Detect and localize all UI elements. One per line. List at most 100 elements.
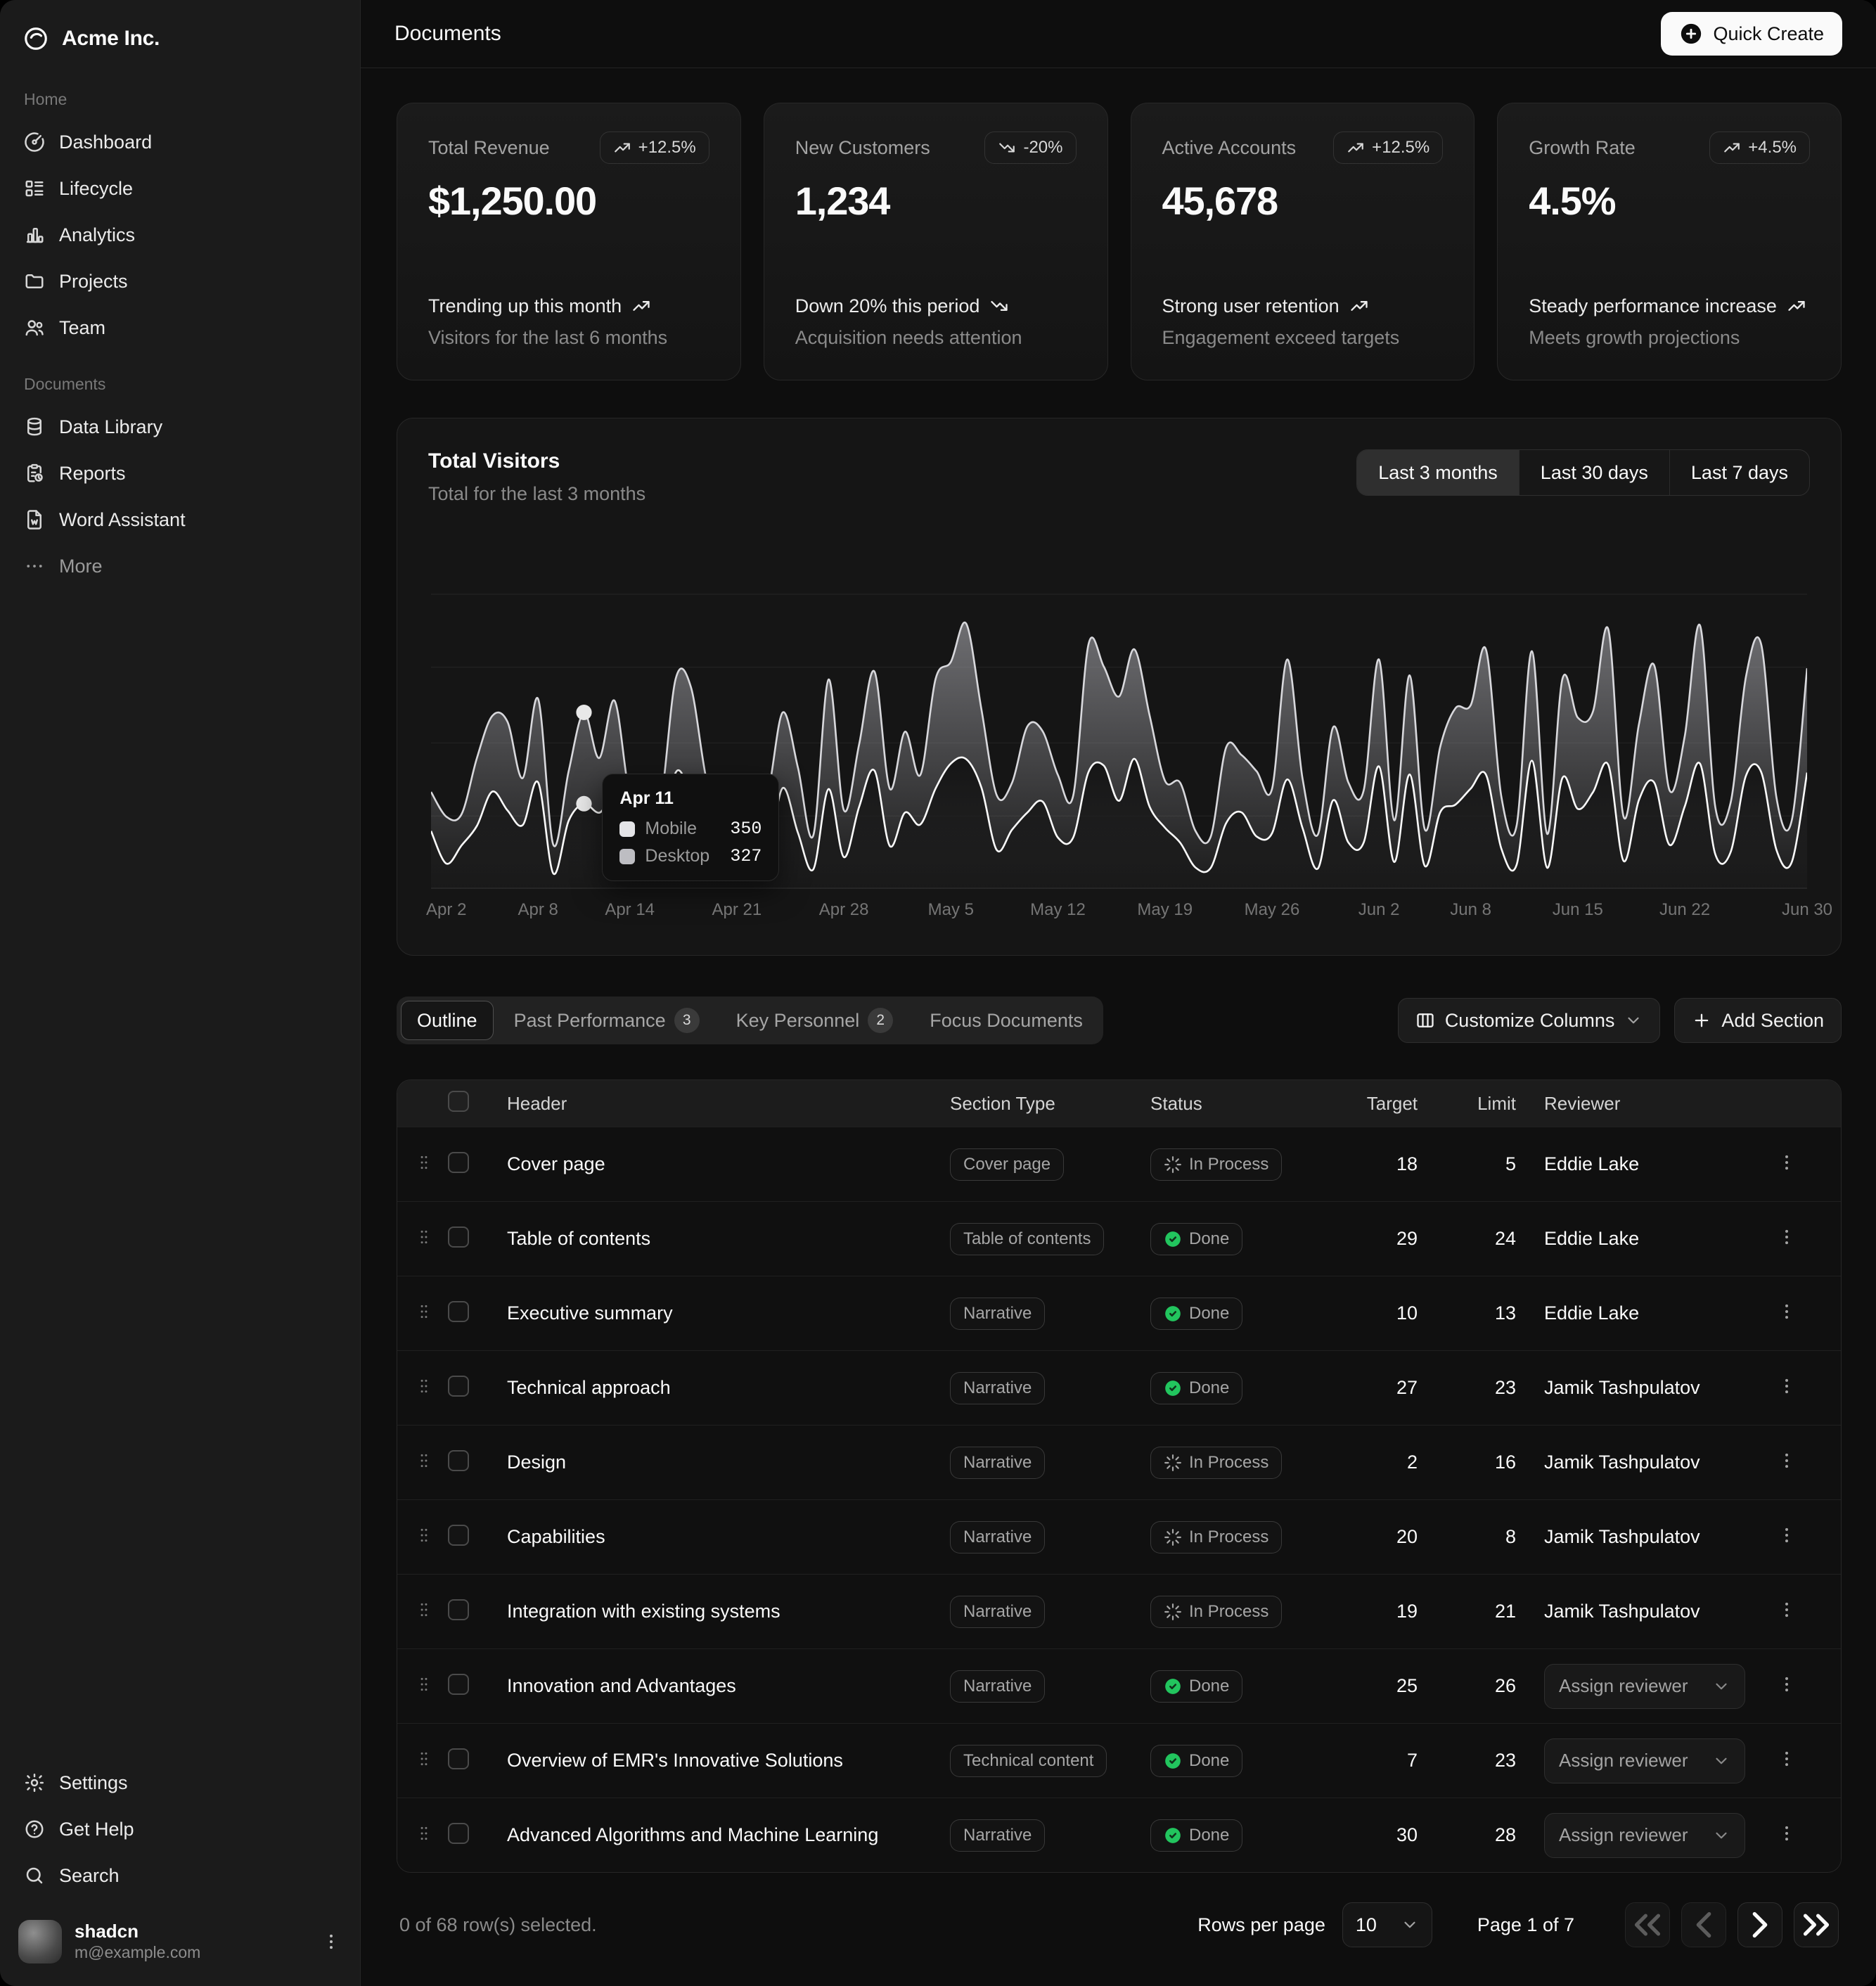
- first-page-button[interactable]: [1625, 1902, 1670, 1947]
- row-checkbox[interactable]: [448, 1450, 469, 1471]
- sidebar-item-search[interactable]: Search: [11, 1852, 349, 1899]
- row-checkbox[interactable]: [448, 1376, 469, 1397]
- row-header[interactable]: Table of contents: [507, 1228, 950, 1250]
- target-value[interactable]: 30: [1333, 1824, 1418, 1846]
- row-header[interactable]: Cover page: [507, 1153, 950, 1175]
- next-page-button[interactable]: [1737, 1902, 1782, 1947]
- target-value[interactable]: 29: [1333, 1228, 1418, 1250]
- limit-value[interactable]: 8: [1418, 1526, 1516, 1548]
- limit-value[interactable]: 24: [1418, 1228, 1516, 1250]
- add-section-button[interactable]: Add Section: [1674, 998, 1842, 1043]
- drag-handle-icon[interactable]: [414, 1525, 434, 1545]
- target-value[interactable]: 20: [1333, 1526, 1418, 1548]
- sidebar-item-data-library[interactable]: Data Library: [11, 404, 349, 450]
- row-checkbox[interactable]: [448, 1674, 469, 1695]
- row-menu-icon[interactable]: [1776, 1450, 1797, 1471]
- tab-past-performance[interactable]: Past Performance3: [498, 1001, 716, 1040]
- row-menu-icon[interactable]: [1776, 1376, 1797, 1397]
- row-checkbox[interactable]: [448, 1152, 469, 1173]
- limit-value[interactable]: 28: [1418, 1824, 1516, 1846]
- tab-key-personnel[interactable]: Key Personnel2: [720, 1001, 910, 1040]
- prev-page-button[interactable]: [1681, 1902, 1726, 1947]
- limit-value[interactable]: 26: [1418, 1675, 1516, 1697]
- assign-reviewer-select[interactable]: Assign reviewer: [1544, 1813, 1745, 1858]
- tab-focus-documents[interactable]: Focus Documents: [913, 1001, 1099, 1040]
- assign-reviewer-select[interactable]: Assign reviewer: [1544, 1664, 1745, 1709]
- target-value[interactable]: 25: [1333, 1675, 1418, 1697]
- row-menu-icon[interactable]: [1776, 1525, 1797, 1546]
- sidebar-item-reports[interactable]: Reports: [11, 450, 349, 496]
- row-header[interactable]: Innovation and Advantages: [507, 1675, 950, 1697]
- table-row: Cover page Cover page In Process 18 5 Ed…: [397, 1127, 1841, 1201]
- row-header[interactable]: Executive summary: [507, 1302, 950, 1324]
- sidebar-item-dashboard[interactable]: Dashboard: [11, 119, 349, 165]
- org-switcher[interactable]: Acme Inc.: [11, 11, 349, 66]
- drag-handle-icon[interactable]: [414, 1153, 434, 1172]
- target-value[interactable]: 18: [1333, 1153, 1418, 1175]
- row-checkbox[interactable]: [448, 1226, 469, 1248]
- drag-handle-icon[interactable]: [414, 1227, 434, 1247]
- target-value[interactable]: 19: [1333, 1601, 1418, 1622]
- quick-create-button[interactable]: Quick Create: [1661, 12, 1842, 56]
- customize-columns-button[interactable]: Customize Columns: [1398, 998, 1661, 1043]
- row-header[interactable]: Advanced Algorithms and Machine Learning: [507, 1824, 950, 1846]
- drag-handle-icon[interactable]: [414, 1451, 434, 1471]
- limit-value[interactable]: 23: [1418, 1750, 1516, 1772]
- sidebar-item-get-help[interactable]: Get Help: [11, 1806, 349, 1852]
- row-header[interactable]: Technical approach: [507, 1377, 950, 1399]
- drag-handle-icon[interactable]: [414, 1749, 434, 1769]
- target-value[interactable]: 10: [1333, 1302, 1418, 1324]
- limit-value[interactable]: 16: [1418, 1452, 1516, 1473]
- row-header[interactable]: Design: [507, 1452, 950, 1473]
- sidebar-item-analytics[interactable]: Analytics: [11, 212, 349, 258]
- row-menu-icon[interactable]: [1776, 1748, 1797, 1769]
- sidebar-item-team[interactable]: Team: [11, 305, 349, 351]
- row-header[interactable]: Overview of EMR's Innovative Solutions: [507, 1750, 950, 1772]
- sidebar-item-lifecycle[interactable]: Lifecycle: [11, 165, 349, 212]
- row-menu-icon[interactable]: [1776, 1226, 1797, 1248]
- last-page-button[interactable]: [1794, 1902, 1839, 1947]
- range-tab-last-30-days[interactable]: Last 30 days: [1519, 450, 1669, 495]
- range-tab-last-7-days[interactable]: Last 7 days: [1669, 450, 1809, 495]
- limit-value[interactable]: 5: [1418, 1153, 1516, 1175]
- user-menu[interactable]: shadcn m@example.com: [11, 1911, 349, 1972]
- target-value[interactable]: 7: [1333, 1750, 1418, 1772]
- sidebar-item-projects[interactable]: Projects: [11, 258, 349, 305]
- assign-reviewer-select[interactable]: Assign reviewer: [1544, 1738, 1745, 1783]
- drag-handle-icon[interactable]: [414, 1600, 434, 1620]
- drag-handle-icon[interactable]: [414, 1824, 434, 1843]
- row-checkbox[interactable]: [448, 1748, 469, 1769]
- sidebar-item-word-assistant[interactable]: Word Assistant: [11, 496, 349, 543]
- reviewer-name: Eddie Lake: [1544, 1228, 1639, 1249]
- drag-handle-icon[interactable]: [414, 1674, 434, 1694]
- tab-outline[interactable]: Outline: [401, 1001, 494, 1040]
- row-menu-icon[interactable]: [1776, 1823, 1797, 1844]
- target-value[interactable]: 27: [1333, 1377, 1418, 1399]
- row-menu-icon[interactable]: [1776, 1674, 1797, 1695]
- row-checkbox[interactable]: [448, 1525, 469, 1546]
- range-tab-last-3-months[interactable]: Last 3 months: [1357, 450, 1519, 495]
- row-menu-icon[interactable]: [1776, 1301, 1797, 1322]
- row-menu-icon[interactable]: [1776, 1599, 1797, 1620]
- limit-value[interactable]: 21: [1418, 1601, 1516, 1622]
- target-value[interactable]: 2: [1333, 1452, 1418, 1473]
- table-footer: 0 of 68 row(s) selected. Rows per page 1…: [397, 1902, 1842, 1947]
- drag-handle-icon[interactable]: [414, 1376, 434, 1396]
- sidebar-item-settings[interactable]: Settings: [11, 1760, 349, 1806]
- rows-per-page-select[interactable]: 10: [1342, 1902, 1432, 1947]
- row-checkbox[interactable]: [448, 1599, 469, 1620]
- row-header[interactable]: Capabilities: [507, 1526, 950, 1548]
- drag-handle-icon[interactable]: [414, 1302, 434, 1321]
- row-menu-icon[interactable]: [1776, 1152, 1797, 1173]
- row-header[interactable]: Integration with existing systems: [507, 1601, 950, 1622]
- stat-footer-sub: Meets growth projections: [1529, 327, 1810, 349]
- stat-label: Growth Rate: [1529, 132, 1636, 159]
- x-tick-label: Apr 8: [518, 900, 558, 920]
- select-all-checkbox[interactable]: [448, 1091, 469, 1112]
- more-vertical-icon[interactable]: [321, 1931, 342, 1952]
- sidebar-item-more[interactable]: More: [11, 543, 349, 589]
- limit-value[interactable]: 13: [1418, 1302, 1516, 1324]
- row-checkbox[interactable]: [448, 1823, 469, 1844]
- row-checkbox[interactable]: [448, 1301, 469, 1322]
- limit-value[interactable]: 23: [1418, 1377, 1516, 1399]
